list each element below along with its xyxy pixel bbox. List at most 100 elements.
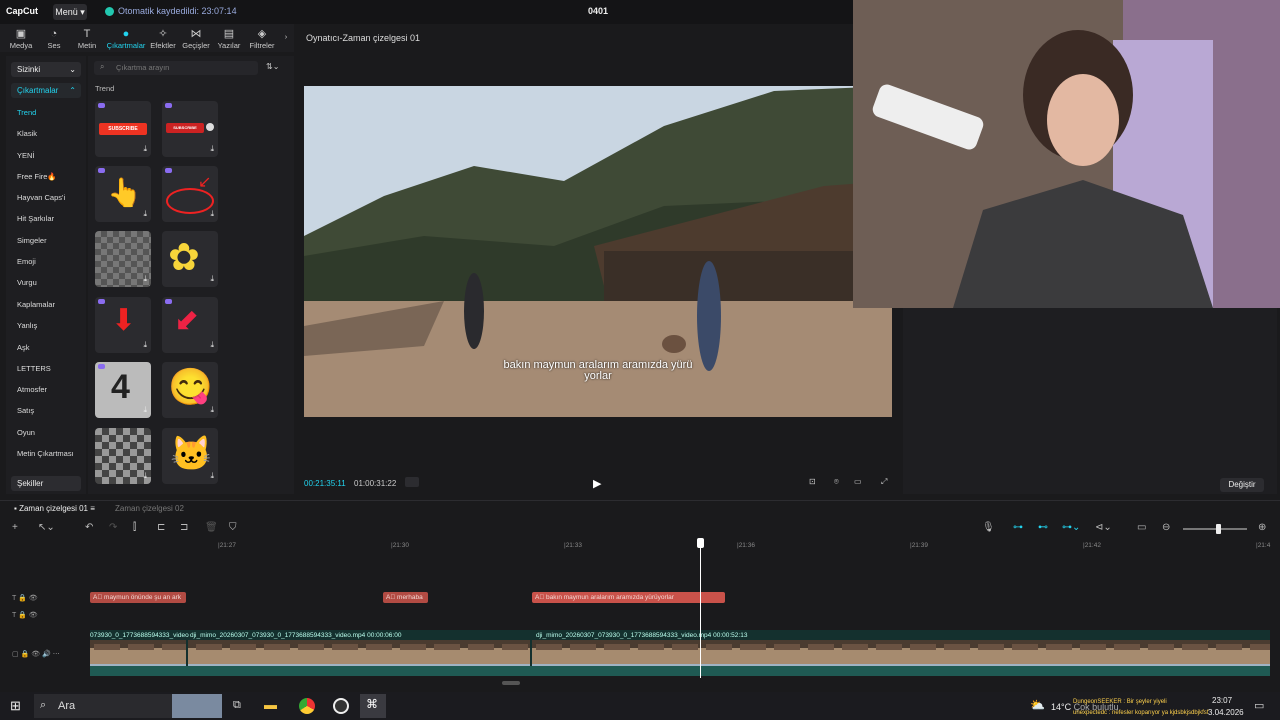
tab-transitions[interactable]: ⋈ Geçişler: [180, 27, 212, 50]
shapes-dropdown[interactable]: Şekiller: [11, 476, 81, 491]
sticker-sun-flower[interactable]: ✿ ⤓: [162, 231, 218, 287]
undo-icon[interactable]: ↶: [85, 522, 93, 533]
play-button[interactable]: ▶: [593, 477, 601, 490]
delete-icon[interactable]: 🗑: [205, 522, 218, 533]
chrome-icon[interactable]: [299, 698, 315, 714]
split-right-icon[interactable]: ⊐: [180, 522, 188, 533]
tab-media[interactable]: ▣ Medya: [5, 27, 37, 50]
sticker-red-arrow-down[interactable]: ⬇ ⤓: [95, 297, 151, 353]
link-icon[interactable]: ⊷: [1038, 522, 1048, 533]
sticker-cat[interactable]: 🐱 ⤓: [162, 428, 218, 484]
captions-icon: ▤: [223, 28, 235, 40]
sticker-red-circle-arrow[interactable]: ↙ ⤓: [162, 166, 218, 222]
category-wrong[interactable]: Yanlış: [17, 321, 37, 330]
magnet-icon[interactable]: ⊶: [1013, 522, 1023, 533]
tab-effects[interactable]: ✧ Efektler: [147, 27, 179, 50]
category-sales[interactable]: Satış: [17, 406, 34, 415]
tab-stickers[interactable]: ● Çıkartmalar: [104, 27, 148, 50]
category-text-sticker[interactable]: Metin Çıkartması: [17, 449, 74, 458]
text-clip[interactable]: A⃞ maymun önünde şu an ark: [90, 592, 186, 603]
category-classic[interactable]: Klasik: [17, 129, 37, 138]
playhead[interactable]: [700, 538, 701, 678]
zoom-slider[interactable]: [1183, 528, 1247, 530]
stickers-dropdown[interactable]: Çıkartmalar ⌃: [11, 83, 81, 98]
select-tool-icon[interactable]: ↖⌄: [38, 522, 55, 533]
tool-label: Medya: [9, 41, 33, 50]
sticker-red-arrow-diag[interactable]: ⬋ ⤓: [162, 297, 218, 353]
shield-icon[interactable]: ⛉: [229, 522, 237, 533]
category-game[interactable]: Oyun: [17, 428, 35, 437]
arrow-icon: ↙: [198, 174, 212, 191]
sticker-countdown[interactable]: 4 ⤓: [95, 362, 151, 418]
effects-icon: ✧: [158, 28, 168, 40]
filter-icon[interactable]: ⇅⌄: [266, 62, 279, 71]
chevron-right-icon[interactable]: ›: [280, 32, 292, 41]
timeline-ruler[interactable]: [90, 540, 1280, 552]
playhead-handle[interactable]: [697, 538, 704, 548]
category-letters[interactable]: LETTERS: [17, 364, 51, 373]
change-button[interactable]: Değiştir: [1220, 478, 1264, 492]
tab-timeline-02[interactable]: Zaman çizelgesi 02: [115, 504, 184, 513]
text-clip-label: bakın maymun aralarım aramızda yürüyorla…: [546, 594, 674, 601]
tab-text[interactable]: T Metin: [71, 27, 103, 50]
add-track-icon[interactable]: +: [12, 522, 18, 533]
windows-start-icon[interactable]: ⊞: [10, 698, 21, 714]
category-symbols[interactable]: Simgeler: [17, 236, 47, 245]
ruler-label: |21:4: [1256, 542, 1271, 549]
safe-area-icon[interactable]: ⊡: [809, 477, 816, 486]
source-dropdown[interactable]: Sizinki ⌄: [11, 62, 81, 77]
section-label: Trend: [95, 84, 115, 93]
split-icon[interactable]: ⫿: [133, 522, 136, 533]
tool-label: Çıkartmalar: [106, 41, 146, 50]
category-free-fire[interactable]: Free Fire🔥: [17, 172, 57, 181]
category-overlays[interactable]: Kaplamalar: [17, 300, 55, 309]
category-trend[interactable]: Trend: [17, 108, 36, 117]
sticker-hand-click[interactable]: 👆 ⤓: [95, 166, 151, 222]
zoom-in-icon[interactable]: ⊕: [1258, 522, 1266, 533]
zoom-out-icon[interactable]: ⊖: [1162, 522, 1170, 533]
sticker-pixelate[interactable]: ⤓: [95, 231, 151, 287]
category-emphasis[interactable]: Vurgu: [17, 278, 37, 287]
category-love[interactable]: Aşk: [17, 343, 30, 352]
category-atmosphere[interactable]: Atmosfer: [17, 385, 47, 394]
weather-icon: ⛅: [1030, 698, 1045, 712]
category-new[interactable]: YENİ: [17, 151, 35, 160]
horizontal-scrollbar[interactable]: [502, 681, 520, 685]
sticker-subscribe-bell[interactable]: SUBSCRIBE ⤓: [162, 101, 218, 157]
text-clip-icon: A⃞: [386, 594, 398, 601]
snap-icon[interactable]: ⊲⌄: [1095, 522, 1112, 533]
caption-icon[interactable]: ▭: [1137, 522, 1146, 533]
redo-icon[interactable]: ↷: [109, 522, 117, 533]
sticker-emoji-love[interactable]: 😋 ⤓: [162, 362, 218, 418]
category-animal[interactable]: Hayvan Caps'i: [17, 193, 65, 202]
tab-captions[interactable]: ▤ Yazılar: [213, 27, 245, 50]
preview-axis-icon[interactable]: ⊶⌄: [1062, 522, 1080, 533]
text-clip[interactable]: A⃞ merhaba: [383, 592, 428, 603]
sticker-subscribe-red[interactable]: SUBSCRIBE ⤓: [95, 101, 151, 157]
tab-audio[interactable]: ◔ Ses: [38, 27, 70, 50]
sticker-search-input[interactable]: Çıkartma arayın: [94, 61, 258, 75]
category-hit-songs[interactable]: Hit Şarkılar: [17, 214, 54, 223]
capcut-taskbar-icon[interactable]: ⌘: [360, 694, 386, 718]
category-emoji[interactable]: Emoji: [17, 257, 36, 266]
text-clip-selected[interactable]: A⃞ bakın maymun aralarım aramızda yürüyo…: [532, 592, 725, 603]
split-left-icon[interactable]: ⊏: [157, 522, 165, 533]
microphone-icon[interactable]: 🎙: [982, 522, 995, 533]
task-view-icon[interactable]: ⧉: [233, 699, 241, 712]
tab-timeline-01[interactable]: ▪ Zaman çizelgesi 01 ≡: [14, 504, 95, 513]
timeline-view-icon[interactable]: [405, 477, 419, 487]
snapshot-icon[interactable]: ⌾: [834, 477, 839, 487]
current-timecode: 00:21:35:11: [304, 479, 346, 488]
tab-filters[interactable]: ◈ Filtreler: [246, 27, 278, 50]
video-clip-label: 073930_0_1773688594333_video: [90, 632, 189, 639]
zoom-slider-handle[interactable]: [1216, 524, 1221, 534]
menu-button[interactable]: Menü ▾: [53, 4, 87, 20]
file-explorer-icon[interactable]: ▬: [264, 697, 277, 712]
sticker-censor[interactable]: ⤓: [95, 428, 151, 484]
fullscreen-icon[interactable]: ⤢: [881, 477, 887, 487]
notification-icon[interactable]: ▭: [1254, 699, 1264, 712]
tab-label: Zaman çizelgesi 01: [19, 504, 88, 513]
download-icon: ⤓: [143, 471, 147, 480]
obs-icon[interactable]: [333, 698, 349, 714]
ratio-icon[interactable]: ▭: [854, 477, 862, 486]
